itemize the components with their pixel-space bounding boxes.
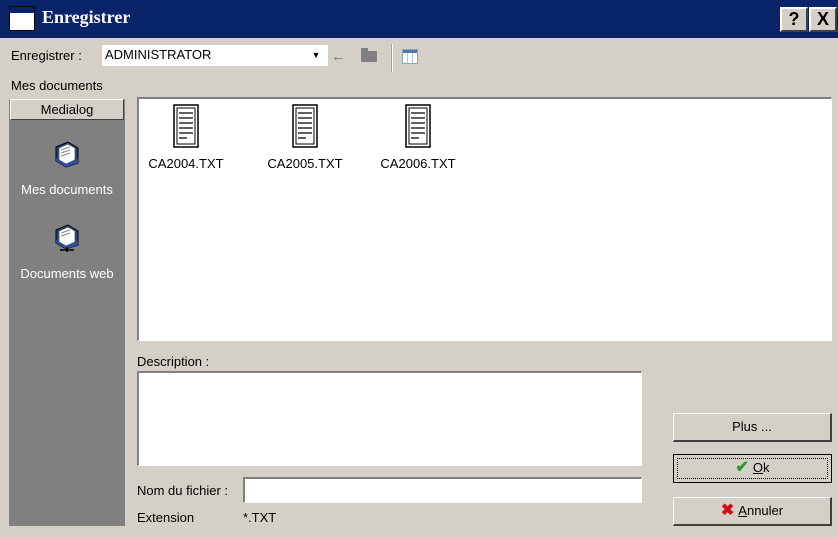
cancel-label-rest: nnuler	[746, 503, 784, 518]
sidebar-header-medialog[interactable]: Medialog	[10, 99, 124, 120]
save-in-label: Enregistrer :	[11, 48, 82, 63]
file-list[interactable]	[137, 97, 832, 341]
file-name: CA2006.TXT	[380, 156, 456, 171]
location-dropdown[interactable]: ADMINISTRATOR	[102, 45, 328, 66]
file-item[interactable]: CA2004.TXT	[141, 100, 231, 171]
filename-input[interactable]	[243, 477, 642, 503]
extension-label: Extension	[137, 510, 195, 525]
window-icon	[9, 6, 35, 31]
sidebar-item-mes-documents[interactable]: Mes documents	[10, 139, 124, 197]
new-folder-icon[interactable]	[361, 48, 377, 62]
folder-document-icon	[55, 141, 79, 168]
window-title: Enregistrer	[42, 7, 131, 27]
focus-rect	[677, 458, 828, 479]
file-item[interactable]: CA2005.TXT	[260, 100, 350, 171]
file-name: CA2005.TXT	[267, 156, 343, 171]
breadcrumb: Mes documents	[11, 78, 103, 93]
text-file-icon	[292, 104, 318, 148]
text-file-icon	[173, 104, 199, 148]
chevron-down-icon[interactable]: ▼	[310, 49, 322, 61]
sidebar-item-documents-web[interactable]: Documents web	[10, 223, 124, 281]
cancel-x-icon: ✖	[720, 502, 735, 519]
cancel-button[interactable]: ✖ Annuler	[673, 497, 832, 526]
file-item[interactable]: CA2006.TXT	[373, 100, 463, 171]
extension-value: *.TXT	[243, 510, 277, 525]
web-folder-icon	[55, 224, 79, 252]
close-button[interactable]: X	[809, 7, 837, 32]
file-name: CA2004.TXT	[148, 156, 224, 171]
more-button[interactable]: Plus ...	[673, 413, 832, 442]
location-value: ADMINISTRATOR	[105, 47, 212, 62]
cancel-accel: A	[738, 503, 747, 518]
sidebar-item-label: Documents web	[20, 266, 114, 281]
help-button[interactable]: ?	[780, 7, 808, 32]
description-label: Description :	[137, 354, 210, 369]
toolbar-separator	[391, 44, 393, 72]
text-file-icon	[405, 104, 431, 148]
ok-button[interactable]: ✔ Ok	[673, 454, 832, 483]
sidebar-item-label: Mes documents	[21, 182, 113, 197]
filename-label: Nom du fichier :	[137, 483, 229, 498]
view-details-icon[interactable]	[402, 49, 418, 64]
description-textarea[interactable]	[137, 371, 642, 466]
back-arrow-icon[interactable]: ←	[331, 48, 346, 65]
